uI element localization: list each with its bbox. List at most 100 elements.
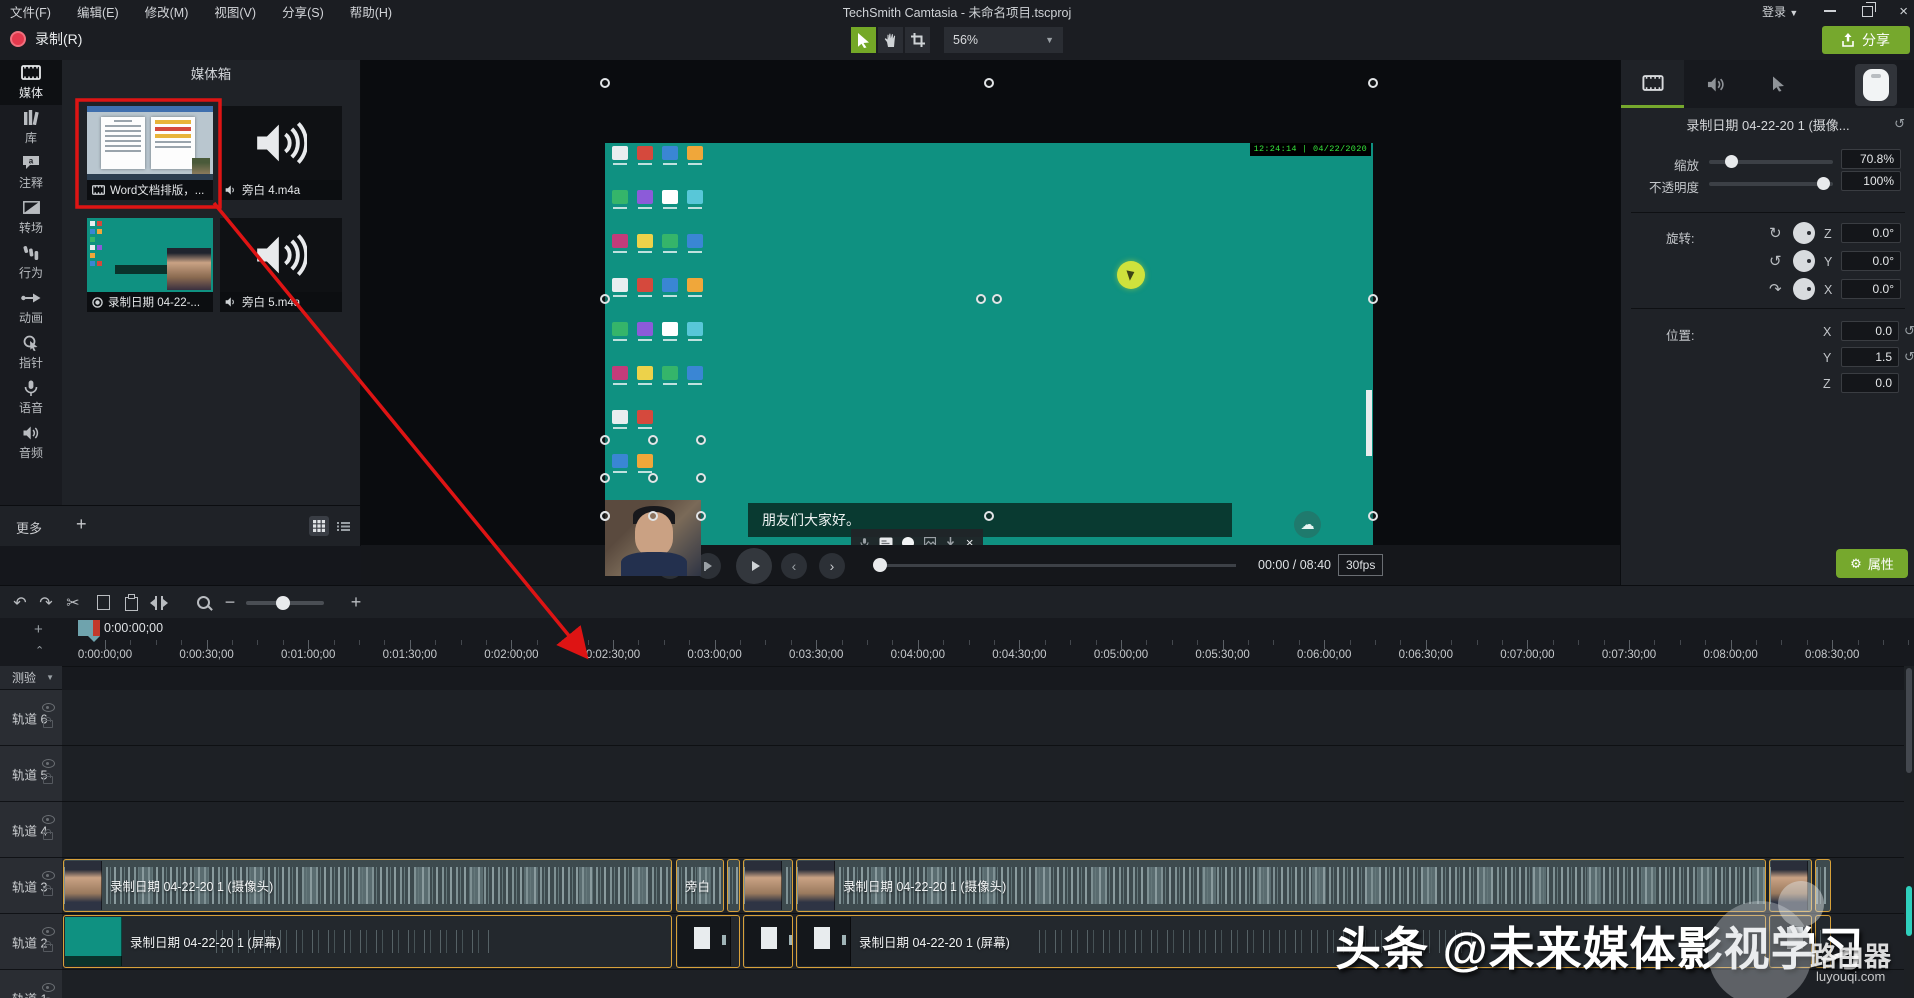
scale-value[interactable]: 70.8%	[1841, 149, 1901, 169]
pan-tool-button[interactable]	[878, 27, 903, 53]
rotate-z-icon[interactable]: ↻	[1769, 224, 1782, 242]
media-item-audio-4[interactable]: 旁白 4.m4a	[220, 106, 342, 200]
scrubber-handle[interactable]	[873, 558, 887, 572]
timeline-zoom-handle[interactable]	[276, 596, 290, 610]
media-item-audio-5[interactable]: 旁白 5.m4a	[220, 218, 342, 312]
reset-icon[interactable]: ↺	[1904, 323, 1914, 339]
canvas-zoom-select[interactable]: 56% ▼	[944, 27, 1063, 53]
previous-clip-button[interactable]: ‹	[781, 553, 807, 579]
scale-slider[interactable]	[1709, 155, 1833, 168]
selection-handle[interactable]	[600, 511, 610, 521]
selection-handle[interactable]	[992, 294, 1002, 304]
properties-button[interactable]: ⚙ 属性	[1836, 549, 1908, 578]
track-header[interactable]: 轨道 4	[0, 802, 62, 858]
zoom-out-button[interactable]: −	[220, 586, 240, 619]
lock-icon[interactable]	[43, 941, 53, 952]
selection-handle[interactable]	[696, 473, 706, 483]
play-button[interactable]	[736, 548, 772, 584]
selection-handle[interactable]	[696, 435, 706, 445]
tab-visual-properties[interactable]	[1621, 60, 1684, 108]
eye-icon[interactable]	[42, 759, 55, 768]
selection-handle[interactable]	[600, 294, 610, 304]
track-header[interactable]: 轨道 5	[0, 746, 62, 802]
selection-handle[interactable]	[984, 78, 994, 88]
rotation-x-value[interactable]: 0.0°	[1841, 279, 1901, 299]
timeline-clip[interactable]	[743, 915, 793, 968]
eye-icon[interactable]	[42, 871, 55, 880]
reset-icon[interactable]: ↺	[1904, 349, 1914, 365]
menu-edit[interactable]: 编辑(E)	[77, 2, 119, 21]
timeline-scrollbar[interactable]	[1904, 666, 1914, 998]
track-lane[interactable]	[62, 690, 1914, 746]
selection-handle[interactable]	[648, 473, 658, 483]
rotation-dial-y[interactable]	[1793, 250, 1815, 272]
copy-button[interactable]	[90, 586, 116, 619]
position-z-value[interactable]: 0.0	[1841, 373, 1899, 393]
select-tool-button[interactable]	[851, 27, 876, 53]
next-clip-button[interactable]: ›	[819, 553, 845, 579]
tab-audio-properties[interactable]	[1684, 60, 1747, 108]
selection-handle[interactable]	[1368, 511, 1378, 521]
opacity-slider[interactable]	[1709, 177, 1833, 190]
timeline-clip[interactable]	[1815, 859, 1831, 912]
rotation-y-value[interactable]: 0.0°	[1841, 251, 1901, 271]
split-button[interactable]	[146, 586, 172, 619]
quiz-row[interactable]: 测验 ▼	[0, 666, 62, 690]
zoom-in-button[interactable]: +	[346, 586, 366, 619]
reset-icon[interactable]: ↺	[1894, 116, 1905, 132]
timeline-clip[interactable]: 旁白	[676, 859, 724, 912]
playhead-in-marker[interactable]	[78, 620, 93, 636]
lock-icon[interactable]	[43, 885, 53, 896]
selection-handle[interactable]	[1368, 78, 1378, 88]
undo-button[interactable]: ↶	[8, 586, 32, 619]
sidebar-item-annotations[interactable]: a 注释	[0, 150, 62, 195]
position-y-value[interactable]: 1.5	[1841, 347, 1899, 367]
list-view-button[interactable]	[333, 516, 353, 536]
media-item-recording-video[interactable]: 录制日期 04-22-...	[87, 218, 213, 312]
crop-tool-button[interactable]	[905, 27, 930, 53]
position-x-value[interactable]: 0.0	[1841, 321, 1899, 341]
scrubber-track[interactable]	[880, 564, 1236, 567]
sidebar-item-behaviors[interactable]: 行为	[0, 240, 62, 285]
sidebar-item-media[interactable]: 媒体	[0, 60, 62, 105]
sidebar-item-cursor-effects[interactable]: 指针	[0, 330, 62, 375]
restore-button[interactable]	[1862, 2, 1876, 17]
rotate-y-icon[interactable]: ↺	[1769, 252, 1782, 270]
cloud-button[interactable]: ☁	[1294, 511, 1321, 538]
rotate-x-icon[interactable]: ↷	[1769, 280, 1782, 298]
playhead-out-marker[interactable]	[93, 620, 100, 636]
paste-button[interactable]	[118, 586, 144, 619]
selection-handle[interactable]	[648, 435, 658, 445]
eye-icon[interactable]	[42, 703, 55, 712]
timeline-clip[interactable]	[743, 859, 793, 912]
menu-modify[interactable]: 修改(M)	[145, 2, 189, 21]
timeline-clip[interactable]	[1769, 859, 1812, 912]
track-header[interactable]: 轨道 1	[0, 970, 62, 998]
cut-button[interactable]: ✂	[60, 586, 86, 619]
rotation-z-value[interactable]: 0.0°	[1841, 223, 1901, 243]
timeline-clip[interactable]	[727, 859, 740, 912]
share-button[interactable]: 分享	[1822, 26, 1910, 54]
menu-file[interactable]: 文件(F)	[10, 2, 51, 21]
track-header[interactable]: 轨道 3	[0, 858, 62, 914]
more-button[interactable]: 更多	[16, 518, 42, 537]
lock-icon[interactable]	[43, 829, 53, 840]
timeline-zoom-button[interactable]	[190, 586, 216, 619]
selection-handle[interactable]	[648, 511, 658, 521]
sidebar-item-animations[interactable]: 动画	[0, 285, 62, 330]
selection-handle[interactable]	[976, 294, 986, 304]
eye-icon[interactable]	[42, 983, 55, 992]
login-button[interactable]: 登录 ▼	[1762, 3, 1798, 20]
selection-handle[interactable]	[984, 511, 994, 521]
timeline-clip[interactable]: 录制日期 04-22-20 1 (摄像头)	[63, 859, 672, 912]
collapse-tracks-button[interactable]: ⌃	[35, 644, 44, 657]
track-lane[interactable]: 录制日期 04-22-20 1 (摄像头) 旁白 录制日期 04-22-20 1 (…	[62, 858, 1914, 914]
selection-handle[interactable]	[600, 435, 610, 445]
sidebar-item-voice[interactable]: 语音	[0, 375, 62, 420]
selection-handle[interactable]	[696, 511, 706, 521]
timeline-clip[interactable]: 录制日期 04-22-20 1 (摄像头)	[796, 859, 1766, 912]
minimize-button[interactable]	[1824, 10, 1837, 12]
add-media-button[interactable]: +	[76, 514, 87, 535]
timeline-clip[interactable]: 录制日期 04-22-20 1 (屏幕)	[63, 915, 672, 968]
add-track-button[interactable]: +	[34, 621, 43, 638]
